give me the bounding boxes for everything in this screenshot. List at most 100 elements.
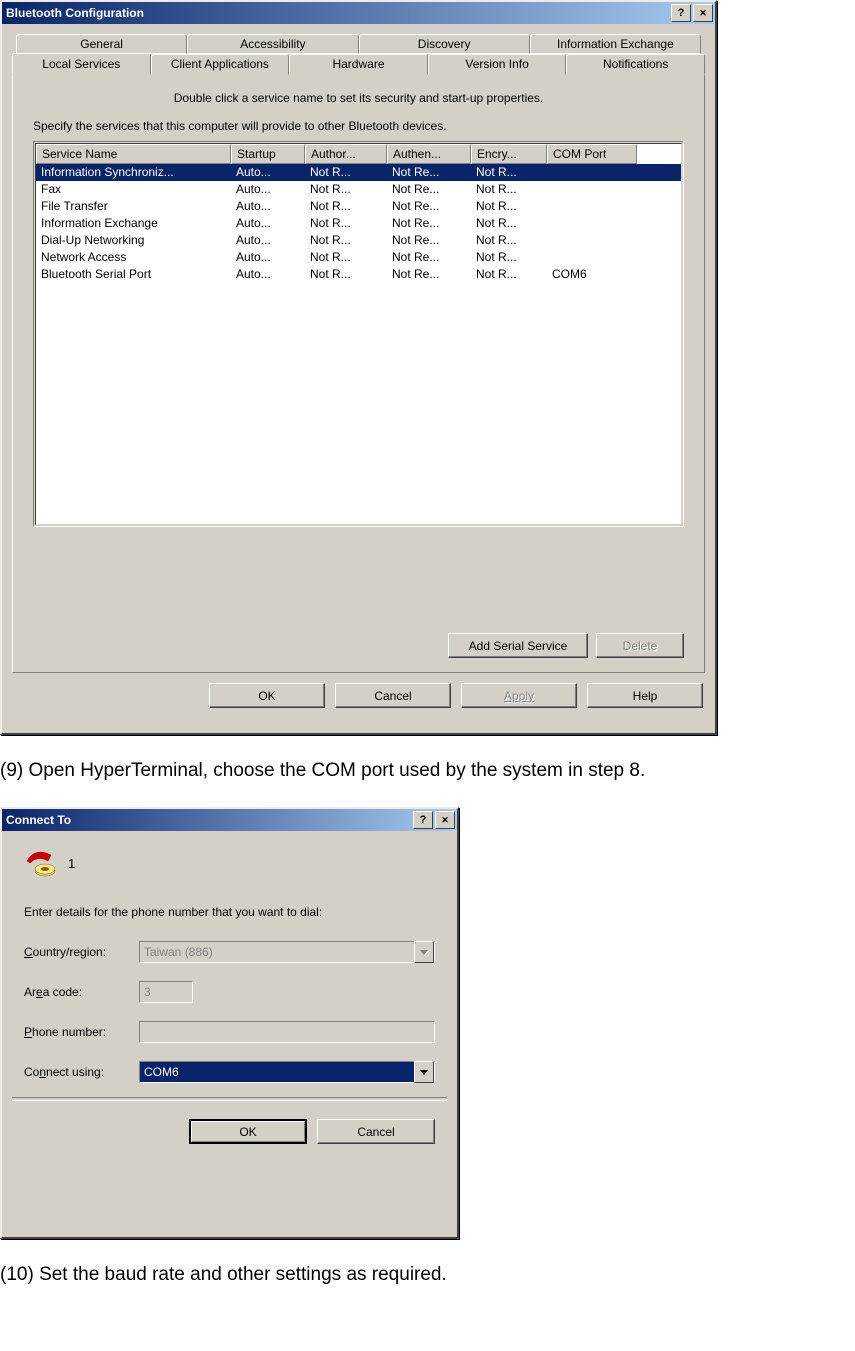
instruction-text: Enter details for the phone number that … [24,905,435,919]
table-cell: Not Re... [387,249,471,266]
connect-using-label: Connect using: [24,1065,139,1079]
ok-button[interactable]: OK [189,1119,307,1144]
delete-button: Delete [596,633,684,658]
connect-to-window: Connect To 1 Enter details for the phone… [0,807,459,1239]
hint-text: Double click a service name to set its s… [33,91,684,105]
table-row[interactable]: FaxAuto...Not R...Not Re...Not R... [36,181,681,198]
chevron-down-icon [414,941,434,963]
table-row[interactable]: Information ExchangeAuto...Not R...Not R… [36,215,681,232]
column-header[interactable]: Author... [305,144,387,164]
services-listview[interactable]: Service NameStartupAuthor...Authen...Enc… [35,143,682,525]
help-title-button[interactable] [413,811,433,829]
table-cell: Bluetooth Serial Port [36,266,231,283]
chevron-down-icon[interactable] [414,1061,434,1083]
table-cell: Not R... [471,181,547,198]
country-combo: Taiwan (886) [139,941,435,963]
phone-number-label: Phone number: [24,1025,139,1039]
table-cell: Not R... [305,164,387,181]
table-cell [547,232,637,249]
table-row[interactable]: Network AccessAuto...Not R...Not Re...No… [36,249,681,266]
table-cell: File Transfer [36,198,231,215]
table-cell: Not R... [471,198,547,215]
table-cell: Not Re... [387,164,471,181]
table-cell: Not R... [305,198,387,215]
column-header[interactable]: Encry... [471,144,547,164]
table-cell: Not Re... [387,232,471,249]
table-cell: Auto... [231,198,305,215]
table-cell [547,215,637,232]
close-title-button[interactable] [693,4,713,22]
ok-button[interactable]: OK [209,683,325,708]
instruction-step-10: (10) Set the baud rate and other setting… [0,1264,855,1286]
tab-version-info[interactable]: Version Info [428,54,567,75]
table-row[interactable]: Dial-Up NetworkingAuto...Not R...Not Re.… [36,232,681,249]
table-cell: Not R... [305,249,387,266]
hint-text-2: Specify the services that this computer … [33,119,684,133]
table-cell: Not Re... [387,215,471,232]
titlebar[interactable]: Connect To [2,809,457,831]
table-cell: Not R... [471,215,547,232]
table-cell: Not Re... [387,181,471,198]
table-cell: Not R... [305,215,387,232]
table-cell: Not R... [471,232,547,249]
table-cell [547,249,637,266]
table-row[interactable]: Information Synchroniz...Auto...Not R...… [36,164,681,181]
table-cell: Not R... [305,266,387,283]
table-cell: Not R... [305,181,387,198]
tab-information-exchange[interactable]: Information Exchange [530,34,701,54]
table-cell: Information Exchange [36,215,231,232]
bluetooth-config-window: Bluetooth Configuration GeneralAccessibi… [0,0,717,735]
cancel-button[interactable]: Cancel [335,683,451,708]
table-cell: Auto... [231,215,305,232]
table-cell: Fax [36,181,231,198]
area-code-label: Area code: [24,985,139,999]
table-cell: Dial-Up Networking [36,232,231,249]
column-header[interactable]: Service Name [36,144,231,164]
column-header[interactable]: COM Port [547,144,637,164]
close-title-button[interactable] [435,811,455,829]
table-cell: Auto... [231,181,305,198]
window-title: Bluetooth Configuration [6,6,144,20]
table-cell [547,164,637,181]
add-serial-service-button[interactable]: Add Serial Service [448,633,588,658]
table-cell: COM6 [547,266,637,283]
tab-accessibility[interactable]: Accessibility [187,34,358,54]
table-cell: Auto... [231,232,305,249]
table-row[interactable]: File TransferAuto...Not R...Not Re...Not… [36,198,681,215]
table-cell: Network Access [36,249,231,266]
column-header[interactable]: Authen... [387,144,471,164]
table-cell: Not R... [471,249,547,266]
column-header[interactable]: Startup [231,144,305,164]
table-cell [547,198,637,215]
help-title-button[interactable] [671,4,691,22]
connection-icon [24,847,58,879]
cancel-button[interactable]: Cancel [317,1119,435,1144]
phone-number-field [139,1021,435,1043]
tab-general[interactable]: General [16,34,187,54]
tab-discovery[interactable]: Discovery [359,34,530,54]
table-row[interactable]: Bluetooth Serial PortAuto...Not R...Not … [36,266,681,283]
apply-button: Apply [461,683,577,708]
table-cell [547,181,637,198]
table-cell: Not R... [471,164,547,181]
connection-name: 1 [68,856,75,871]
instruction-step-9: (9) Open HyperTerminal, choose the COM p… [0,760,855,782]
tab-local-services[interactable]: Local Services [12,53,151,75]
titlebar[interactable]: Bluetooth Configuration [2,2,715,24]
table-cell: Not Re... [387,266,471,283]
tab-notifications[interactable]: Notifications [566,54,705,75]
table-cell: Not Re... [387,198,471,215]
tab-hardware[interactable]: Hardware [289,54,428,75]
tab-client-applications[interactable]: Client Applications [151,54,290,75]
table-cell: Auto... [231,164,305,181]
table-cell: Not R... [305,232,387,249]
area-code-field: 3 [139,981,193,1003]
window-title: Connect To [6,813,71,827]
tab-panel-local-services: Double click a service name to set its s… [12,75,705,673]
table-cell: Not R... [471,266,547,283]
connect-using-combo[interactable]: COM6 [139,1061,435,1083]
country-label: Country/region: [24,945,139,959]
table-cell: Auto... [231,249,305,266]
table-cell: Information Synchroniz... [36,164,231,181]
help-button[interactable]: Help [587,683,703,708]
